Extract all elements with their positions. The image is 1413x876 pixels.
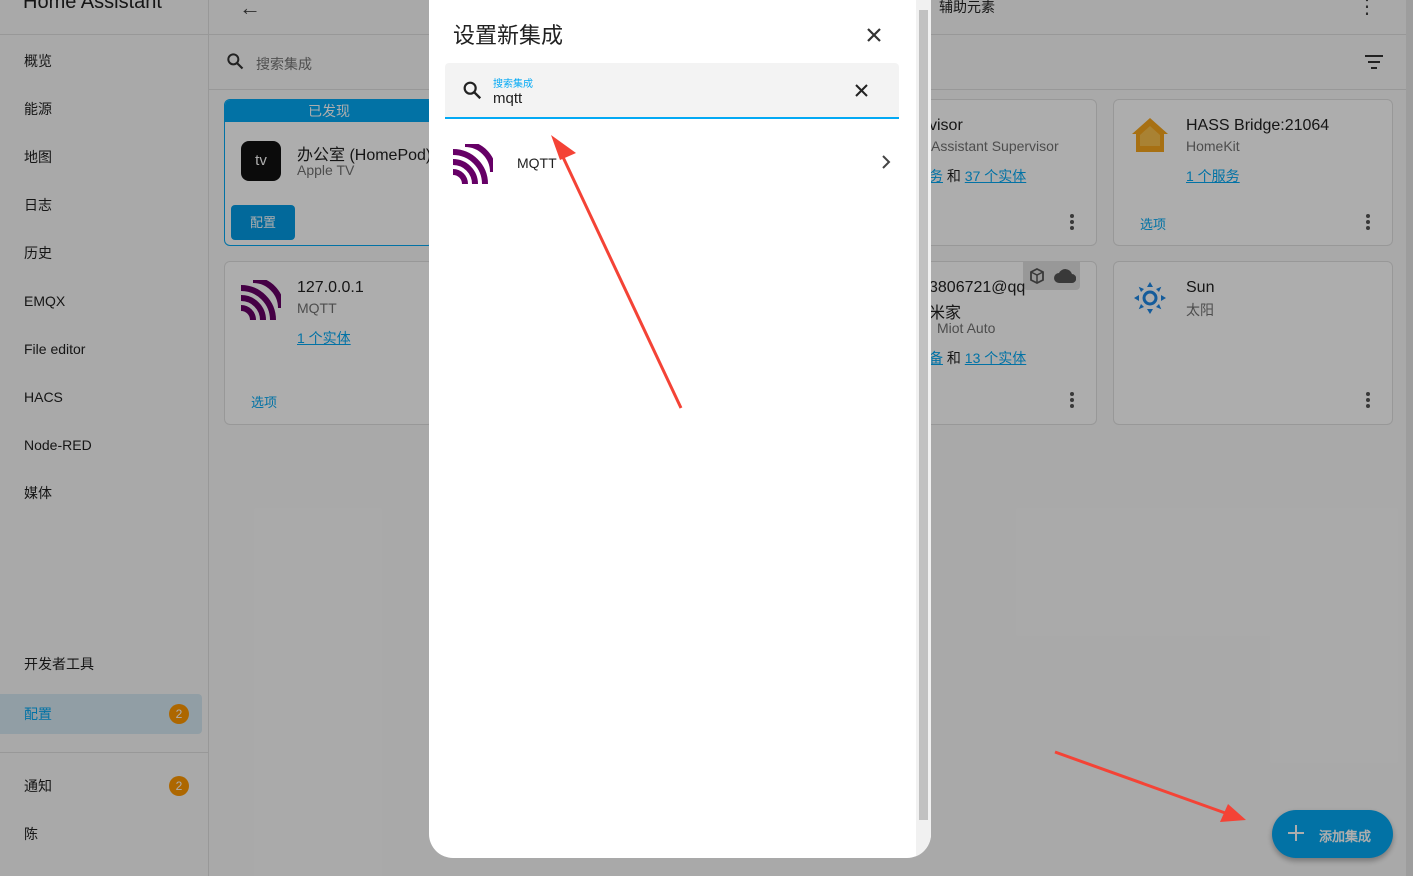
dialog-title: 设置新集成 [453, 23, 564, 48]
integration-search-field[interactable]: 搜索集成 mqtt [445, 63, 899, 119]
chevron-right-icon [882, 155, 891, 169]
dialog-scrollbar[interactable] [916, 0, 931, 858]
mqtt-icon [453, 144, 493, 184]
clear-icon[interactable] [855, 84, 868, 97]
search-field-value[interactable]: mqtt [493, 90, 522, 107]
dialog-scroll-thumb[interactable] [919, 10, 928, 820]
search-icon [463, 81, 482, 100]
result-label: MQTT [517, 155, 557, 171]
result-item-mqtt[interactable]: MQTT [429, 138, 915, 188]
search-field-label: 搜索集成 [493, 79, 533, 90]
close-icon[interactable] [865, 26, 883, 44]
add-integration-dialog: 设置新集成 搜索集成 mqtt MQTT [429, 0, 931, 858]
